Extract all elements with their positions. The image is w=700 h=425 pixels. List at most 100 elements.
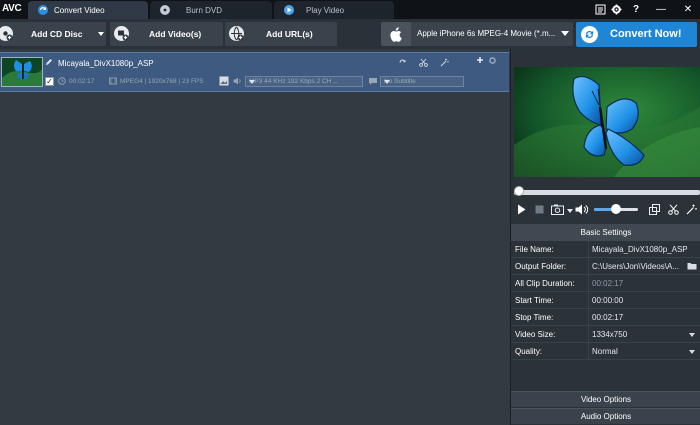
help-icon[interactable]: ? (627, 0, 645, 18)
column-divider (588, 292, 589, 309)
add-cd-disc-button[interactable]: Add CD Disc (0, 22, 106, 46)
add-videos-label: Add Video(s) (149, 29, 202, 39)
volume-handle[interactable] (611, 204, 621, 214)
effects-wand-icon[interactable] (686, 204, 697, 217)
settings-label: Start Time: (515, 296, 554, 305)
refresh-icon[interactable] (398, 58, 407, 69)
chevron-down-icon (561, 31, 569, 36)
close-glyph: ✕ (683, 3, 693, 15)
folder-open-icon[interactable] (687, 262, 697, 272)
snapshot-icon[interactable] (551, 204, 565, 217)
column-divider (588, 241, 589, 258)
app-logo: AVC (2, 3, 22, 14)
settings-label: Stop Time: (515, 313, 554, 322)
title-bar: AVC Convert Video Burn DVD Play Video ? … (0, 0, 700, 19)
file-list[interactable]: Micayala_DivX1080p_ASP ✓ 00:02:17 MPEG4 … (0, 49, 509, 425)
play-icon[interactable] (517, 204, 526, 217)
globe-icon (229, 26, 244, 41)
tab-convert-video[interactable]: Convert Video (28, 1, 148, 19)
profile-label: Apple iPhone 6s MPEG-4 Movie (*.m... (417, 29, 556, 38)
settings-cog-icon[interactable] (488, 56, 497, 67)
scissors-icon[interactable] (419, 58, 428, 69)
scissors-icon[interactable] (668, 204, 679, 217)
settings-label: Output Folder: (515, 262, 567, 271)
settings-row[interactable]: Stop Time: 00:02:17 (511, 309, 700, 326)
settings-row[interactable]: All Clip Duration: 00:02:17 (511, 275, 700, 292)
file-row[interactable]: Micayala_DivX1080p_ASP ✓ 00:02:17 MPEG4 … (0, 52, 509, 92)
settings-value[interactable]: 00:02:17 (592, 313, 688, 322)
column-divider (588, 326, 589, 343)
convert-now-button[interactable]: Convert Now! (576, 22, 697, 47)
settings-value[interactable]: Micayala_DivX1080p_ASP (592, 245, 688, 254)
tab-label: Burn DVD (186, 5, 223, 15)
video-options-button[interactable]: Video Options (511, 391, 700, 407)
column-divider (588, 309, 589, 326)
speaker-icon (233, 77, 242, 87)
audio-track-select[interactable]: MP3 44 KHz 192 Kbps 2 CH ... (245, 76, 363, 87)
audio-options-button[interactable]: Audio Options (511, 408, 700, 424)
convert-now-label: Convert Now! (610, 28, 682, 40)
close-icon[interactable]: ✕ (679, 0, 697, 18)
subtitle-select[interactable]: No Subtitle (380, 76, 464, 87)
audio-track-value: MP3 44 KHz 192 Kbps 2 CH ... (249, 78, 339, 85)
settings-row[interactable]: File Name: Micayala_DivX1080p_ASP (511, 241, 700, 258)
stop-icon[interactable] (535, 205, 544, 216)
tab-play-video[interactable]: Play Video (274, 1, 394, 19)
settings-value[interactable]: 00:00:00 (592, 296, 688, 305)
settings-label: Video Size: (515, 330, 556, 339)
column-divider (588, 343, 589, 360)
fullscreen-icon[interactable] (649, 204, 660, 217)
minimize-icon[interactable]: — (652, 0, 670, 18)
settings-label: All Clip Duration: (515, 279, 575, 288)
file-checkbox[interactable]: ✓ (45, 77, 54, 86)
add-videos-button[interactable]: Add Video(s) (110, 22, 223, 46)
help-glyph: ? (632, 3, 640, 15)
chevron-down-icon (384, 80, 390, 84)
clock-icon (58, 77, 66, 87)
tab-burn-dvd[interactable]: Burn DVD (150, 1, 272, 19)
seek-bar[interactable] (514, 190, 700, 195)
settings-row[interactable]: Video Size: 1334x750 (511, 326, 700, 343)
column-divider (588, 258, 589, 275)
apple-icon (381, 22, 411, 46)
chevron-down-icon[interactable] (689, 350, 695, 354)
tab-label: Play Video (306, 5, 345, 15)
volume-icon[interactable] (575, 204, 589, 217)
chevron-down-icon[interactable] (689, 333, 695, 337)
cd-icon (0, 26, 13, 41)
settings-row[interactable]: Start Time: 00:00:00 (511, 292, 700, 309)
settings-row[interactable]: Quality: Normal (511, 343, 700, 360)
gear-icon[interactable] (607, 0, 625, 18)
pencil-icon[interactable] (45, 58, 53, 68)
chevron-down-icon[interactable] (567, 209, 573, 213)
settings-value[interactable]: 1334x750 (592, 330, 688, 339)
plus-icon[interactable] (476, 56, 484, 66)
play-circle-icon (284, 5, 294, 15)
settings-value[interactable]: C:\Users\Jon\Videos\A... (592, 262, 688, 271)
seek-handle[interactable] (514, 186, 524, 196)
file-duration: 00:02:17 (69, 78, 95, 85)
minimize-glyph: — (656, 3, 666, 15)
settings-value[interactable]: Normal (592, 347, 688, 356)
settings-label: File Name: (515, 245, 554, 254)
effects-wand-icon[interactable] (440, 58, 449, 69)
add-urls-button[interactable]: Add URL(s) (225, 22, 337, 46)
add-video-icon (114, 26, 129, 41)
file-name: Micayala_DivX1080p_ASP (58, 59, 154, 68)
settings-table: File Name: Micayala_DivX1080p_ASP Output F… (511, 241, 700, 360)
settings-row[interactable]: Output Folder: C:\Users\Jon\Videos\A... (511, 258, 700, 275)
video-preview[interactable] (514, 67, 700, 177)
settings-value: 00:02:17 (592, 279, 624, 288)
video-thumbnail (1, 57, 43, 87)
basic-settings-header[interactable]: Basic Settings (511, 224, 700, 241)
toolbar: Add CD Disc Add Video(s) Add URL(s) Appl… (0, 19, 700, 49)
add-urls-label: Add URL(s) (266, 29, 313, 39)
video-info: MPEG4 | 1920x768 | 23 FPS (120, 78, 204, 85)
tab-label: Convert Video (54, 5, 105, 15)
disc-icon (160, 5, 170, 15)
settings-label: Quality: (515, 347, 543, 356)
refresh-icon (581, 26, 598, 43)
output-profile-dropdown[interactable]: Apple iPhone 6s MPEG-4 Movie (*.m... (381, 22, 573, 46)
right-panel: Basic Settings File Name: Micayala_DivX10… (510, 49, 700, 425)
column-divider (588, 275, 589, 292)
